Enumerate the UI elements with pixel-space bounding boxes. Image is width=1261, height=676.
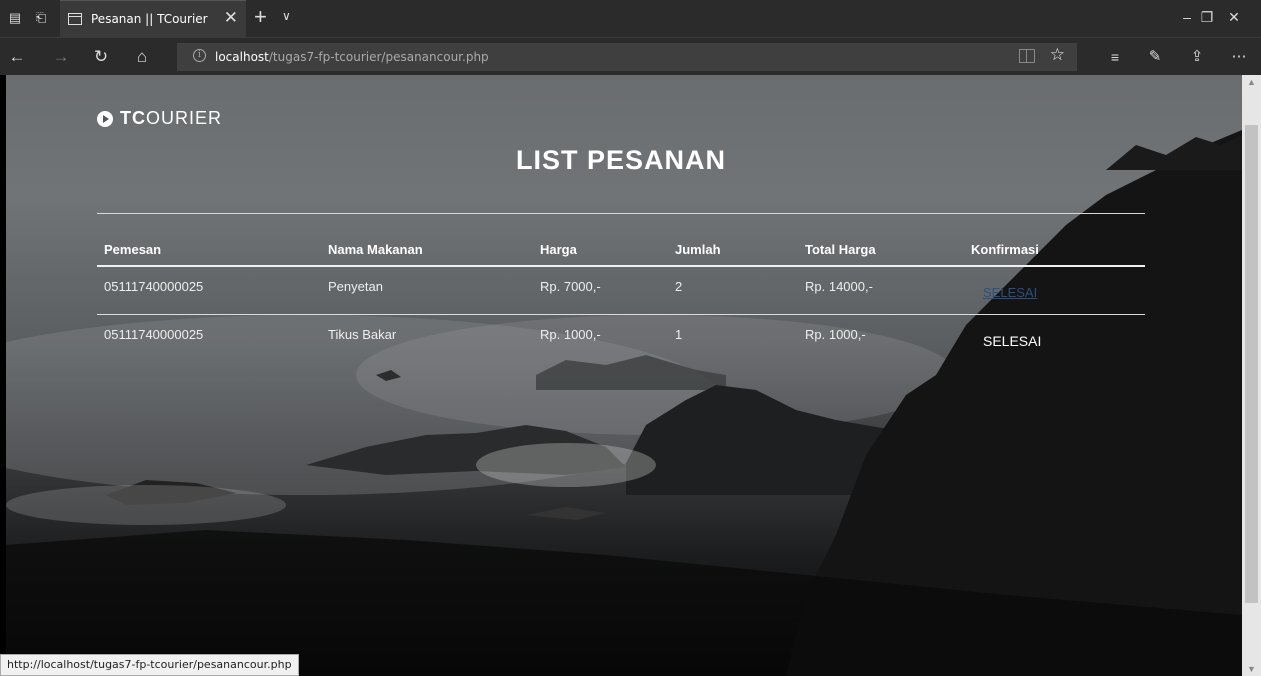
url-text[interactable]: localhost/tugas7-fp-tcourier/pesanancour… xyxy=(215,50,489,64)
share-icon[interactable]: ⇪ xyxy=(1187,47,1207,67)
cell-konfirmasi: SELESAI xyxy=(964,314,1145,362)
scroll-up-icon[interactable]: ▲ xyxy=(1247,77,1256,87)
more-icon[interactable]: ⋯ xyxy=(1229,47,1249,67)
table-header-row: Pemesan Nama Makanan Harga Jumlah Total … xyxy=(97,233,1145,267)
set-aside-tabs-icon[interactable]: ⎗ xyxy=(33,10,49,26)
star-icon[interactable]: ☆ xyxy=(1050,45,1065,65)
refresh-icon[interactable]: ↻ xyxy=(91,47,111,67)
cell-total-harga: Rp. 14000,- xyxy=(798,266,964,315)
page-viewport: TC OURIER LIST PESANAN Pemesan Nama Makan… xyxy=(6,75,1242,676)
address-bar[interactable]: i localhost/tugas7-fp-tcourier/pesananco… xyxy=(177,43,1077,71)
tab-title: Pesanan || TCourier xyxy=(91,12,208,26)
header-jumlah: Jumlah xyxy=(668,233,798,267)
page-title: LIST PESANAN xyxy=(515,145,727,175)
page-icon xyxy=(68,13,82,25)
scroll-thumb[interactable] xyxy=(1245,125,1258,603)
browser-toolbar: ← → ↻ ⌂ i localhost/tugas7-fp-tcourier/p… xyxy=(0,37,1261,75)
favorites-hub-icon[interactable]: ≡ xyxy=(1105,47,1125,67)
header-pemesan: Pemesan xyxy=(97,233,321,267)
cell-konfirmasi: SELESAI xyxy=(964,266,1145,315)
browser-titlebar: ▤ ⎗ Pesanan || TCourier ✕ + ∨ – ❐ ✕ xyxy=(0,0,1261,37)
minimize-icon[interactable]: – xyxy=(1178,8,1196,26)
forward-arrow-icon[interactable]: → xyxy=(51,47,71,67)
orders-table: Pemesan Nama Makanan Harga Jumlah Total … xyxy=(97,233,1145,362)
play-circle-icon xyxy=(97,110,113,127)
cell-nama-makanan: Tikus Bakar xyxy=(328,326,397,342)
cell-pemesan: 05111740000025 xyxy=(97,266,321,315)
cell-harga: Rp. 7000,- xyxy=(533,266,668,315)
header-total-harga: Total Harga xyxy=(798,233,964,267)
tab-preview-icon[interactable]: ▤ xyxy=(7,10,23,26)
logo-text-bold: TC xyxy=(120,108,146,128)
home-icon[interactable]: ⌂ xyxy=(132,47,152,67)
cell-nama-makanan: Penyetan xyxy=(321,266,533,315)
header-nama-makanan: Nama Makanan xyxy=(321,233,533,267)
cell-jumlah: 2 xyxy=(668,266,798,315)
close-icon[interactable]: ✕ xyxy=(224,9,238,26)
tab-pesanan[interactable]: Pesanan || TCourier ✕ xyxy=(60,0,246,37)
scroll-down-icon[interactable]: ▼ xyxy=(1247,664,1256,674)
plus-icon[interactable]: + xyxy=(254,5,267,29)
selesai-status: SELESAI xyxy=(983,332,1042,349)
status-bar-url: http://localhost/tugas7-fp-tcourier/pesa… xyxy=(0,654,299,676)
cell-total-harga: Rp. 1000,- xyxy=(805,326,866,342)
close-window-icon[interactable]: ✕ xyxy=(1225,8,1243,26)
header-harga: Harga xyxy=(533,233,668,267)
logo-text: OURIER xyxy=(146,108,223,128)
divider xyxy=(97,213,1145,214)
selesai-link[interactable]: SELESAI xyxy=(983,285,1037,300)
info-icon[interactable]: i xyxy=(193,49,206,62)
reading-view-icon[interactable] xyxy=(1019,49,1035,63)
page-scrollbar[interactable]: ▲ ▼ xyxy=(1242,75,1261,676)
pen-icon[interactable]: ✎ xyxy=(1145,47,1165,67)
table-row: 05111740000025 Penyetan Rp. 7000,- 2 Rp.… xyxy=(97,266,1145,315)
back-arrow-icon[interactable]: ← xyxy=(7,47,27,67)
restore-icon[interactable]: ❐ xyxy=(1198,8,1216,26)
cell-jumlah: 1 xyxy=(675,326,683,342)
site-logo[interactable]: TC OURIER xyxy=(97,108,222,129)
cell-pemesan: 05111740000025 xyxy=(104,326,204,342)
header-konfirmasi: Konfirmasi xyxy=(964,233,1145,267)
chevron-down-icon[interactable]: ∨ xyxy=(282,9,291,23)
table-row: 05111740000025 Tikus Bakar Rp. 1000,- 1 … xyxy=(97,314,1145,362)
cell-harga: Rp. 1000,- xyxy=(540,326,601,342)
